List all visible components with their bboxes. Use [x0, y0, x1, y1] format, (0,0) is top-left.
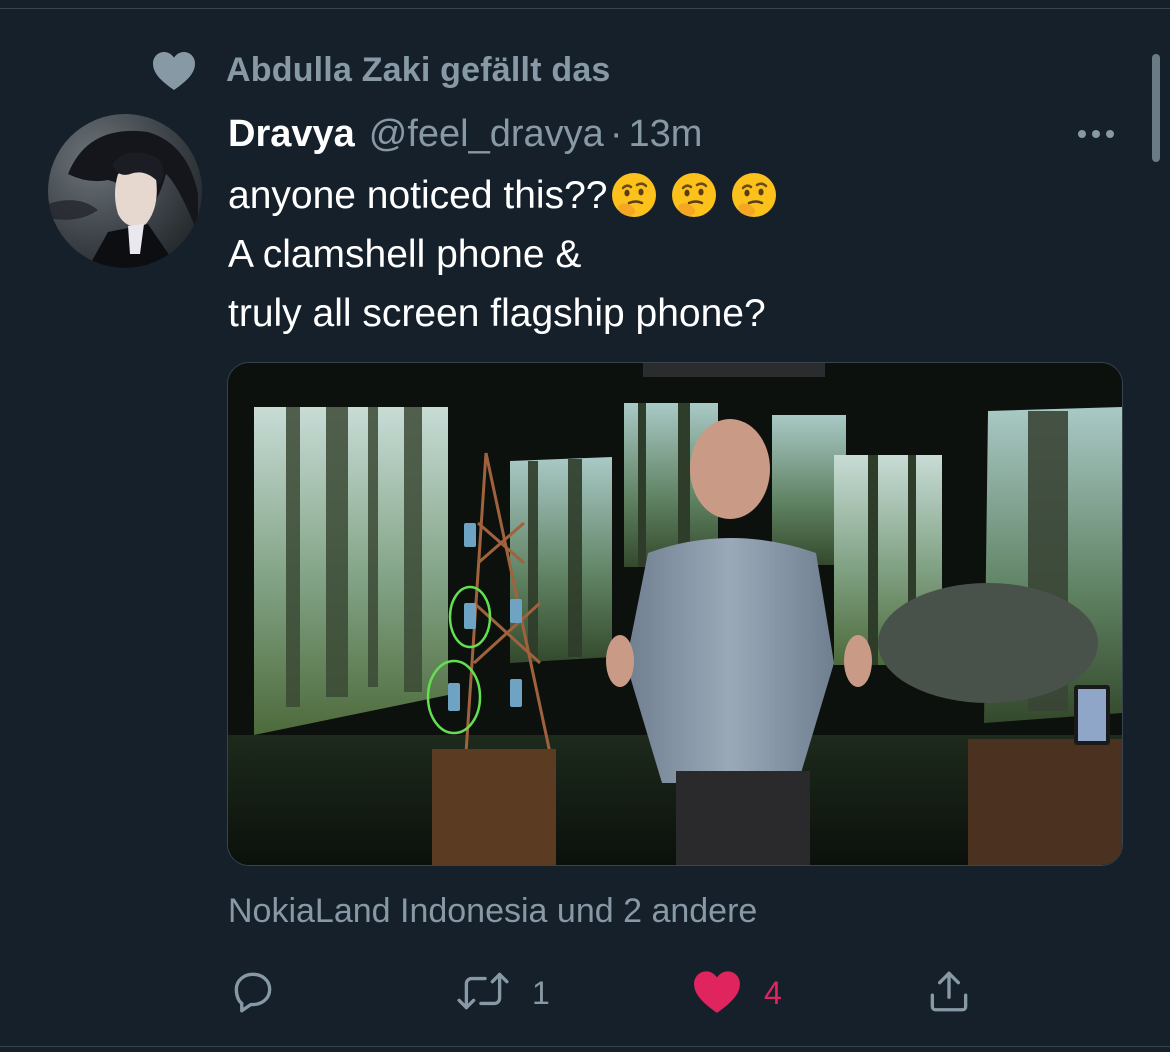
more-options-icon[interactable] [1068, 114, 1124, 154]
share-icon [924, 966, 974, 1021]
timestamp[interactable]: 13m [628, 113, 702, 156]
tweet-text-line-3: truly all screen flagship phone? [228, 292, 766, 335]
retweet-button[interactable]: 1 [456, 965, 550, 1021]
bottom-divider [0, 1046, 1170, 1047]
reply-icon [228, 966, 278, 1021]
retweet-icon [456, 966, 510, 1021]
tweet-text-line: anyone noticed this?? [228, 166, 779, 225]
share-button[interactable] [924, 965, 974, 1021]
scrollbar[interactable] [1152, 54, 1160, 162]
tweet-header: Dravya @feel_dravya · 13m [228, 110, 702, 158]
heart-icon [150, 46, 198, 94]
tweet-text-line: A clamshell phone & [228, 225, 779, 284]
separator: · [609, 112, 623, 155]
action-bar: 1 4 [228, 965, 988, 1021]
avatar[interactable] [48, 114, 202, 268]
tweet-text-line-2: A clamshell phone & [228, 233, 582, 276]
retweet-count: 1 [532, 974, 550, 1011]
tweet-text-line-1: anyone noticed this?? [228, 174, 608, 217]
top-divider [0, 8, 1170, 9]
tweet-page: Abdulla Zaki gefällt das Dravya @feel_dr… [0, 0, 1170, 1052]
thinking-face-emoji [732, 172, 777, 217]
author-name[interactable]: Dravya [228, 113, 355, 156]
like-button[interactable]: 4 [692, 965, 782, 1021]
thinking-face-emoji [672, 172, 717, 217]
social-context-text: Abdulla Zaki gefällt das [226, 50, 611, 89]
social-context[interactable]: Abdulla Zaki gefällt das [150, 46, 611, 94]
thinking-face-emoji [612, 172, 657, 217]
tweet-text-line: truly all screen flagship phone? [228, 284, 779, 343]
like-count: 4 [764, 974, 782, 1011]
author-handle[interactable]: @feel_dravya [369, 113, 604, 156]
heart-filled-icon [692, 968, 742, 1019]
likers-text[interactable]: NokiaLand Indonesia und 2 andere [228, 892, 757, 931]
tweet-text: anyone noticed this?? A clamshell phone … [228, 166, 779, 343]
reply-button[interactable] [228, 965, 278, 1021]
tweet-media-image[interactable] [227, 362, 1123, 866]
